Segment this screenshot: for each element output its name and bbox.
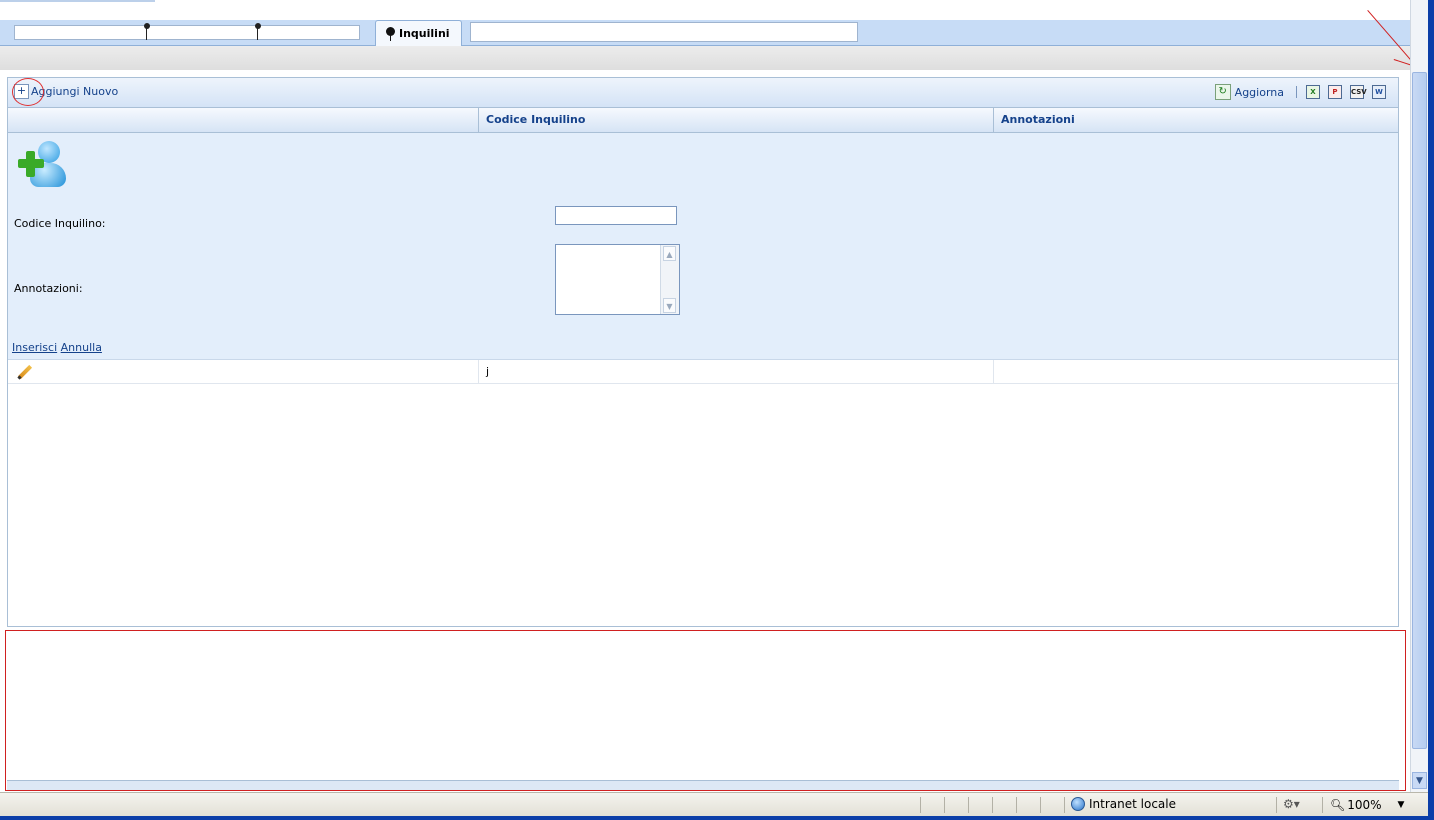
annotazioni-cell: [993, 360, 1398, 383]
annotation-circle: [12, 78, 44, 106]
insert-form: Codice Inquilino: Annotazioni: ▲ ▼ Inser…: [8, 133, 1398, 360]
codice-inquilino-label: Codice Inquilino:: [14, 217, 106, 230]
tab-inquilini[interactable]: Inquilini: [375, 20, 462, 46]
status-divider: [968, 797, 969, 813]
annotazioni-label: Annotazioni:: [14, 282, 83, 295]
vertical-scrollbar[interactable]: ▼: [1410, 0, 1429, 792]
table-row[interactable]: j: [8, 360, 1398, 384]
top-tab-indicator: [0, 0, 155, 2]
status-bar: Intranet locale ⚙▾ 🔍︎ 100% ▼: [0, 792, 1428, 817]
codice-cell: j: [478, 360, 993, 383]
refresh-label: Aggiorna: [1234, 85, 1284, 99]
status-divider: [944, 797, 945, 813]
scroll-down-icon[interactable]: ▼: [663, 298, 676, 313]
security-zone[interactable]: Intranet locale: [1071, 797, 1176, 811]
status-divider: [992, 797, 993, 813]
edit-cell: [8, 360, 478, 383]
window-frame-right: [1428, 0, 1434, 820]
insert-link[interactable]: Inserisci: [12, 341, 57, 354]
refresh-icon: ↻: [1214, 84, 1231, 100]
tab-blank-left[interactable]: [14, 25, 360, 40]
csv-export-icon[interactable]: CSV: [1350, 85, 1367, 99]
pdf-export-icon[interactable]: P: [1328, 85, 1342, 99]
excel-export-icon[interactable]: X: [1306, 85, 1320, 99]
zoom-level: 100%: [1347, 798, 1382, 812]
status-divider: [1276, 797, 1277, 813]
textarea-scrollbar[interactable]: ▲ ▼: [660, 245, 679, 314]
pin-icon: [255, 23, 261, 40]
grid-header: Codice Inquilino Annotazioni: [8, 108, 1398, 133]
scroll-up-icon[interactable]: ▲: [663, 246, 676, 261]
zoom-icon: 🔍︎: [1330, 798, 1346, 812]
scrollbar-thumb[interactable]: [1412, 72, 1427, 749]
form-actions: Inserisci Annulla: [12, 341, 102, 354]
cancel-link[interactable]: Annulla: [61, 341, 102, 354]
chevron-down-icon: ▼: [1397, 800, 1405, 810]
codice-inquilino-input[interactable]: [555, 206, 677, 225]
window-frame-bottom: [0, 816, 1434, 820]
globe-icon: [1071, 797, 1085, 811]
top-strip: [0, 0, 1410, 21]
command-bar: + Aggiungi Nuovo ↻ Aggiorna X P CSV W: [8, 78, 1398, 108]
content-header-band: [0, 46, 1410, 70]
status-divider: [1040, 797, 1041, 813]
scroll-down-button[interactable]: ▼: [1412, 772, 1427, 789]
column-header-annotazioni[interactable]: Annotazioni: [993, 108, 1398, 132]
protected-mode-icon[interactable]: ⚙▾: [1283, 797, 1300, 811]
status-divider: [920, 797, 921, 813]
zoom-control[interactable]: 🔍︎ 100% ▼: [1330, 798, 1404, 812]
status-divider: [1016, 797, 1017, 813]
status-divider: [1322, 797, 1323, 813]
refresh-button[interactable]: ↻ Aggiorna: [1214, 84, 1284, 100]
inquilini-grid: + Aggiungi Nuovo ↻ Aggiorna X P CSV W Co…: [7, 77, 1399, 627]
column-header-codice-inquilino[interactable]: Codice Inquilino: [478, 108, 993, 132]
pin-icon: [144, 23, 150, 40]
tab-inquilini-label: Inquilini: [399, 27, 450, 40]
tab-bar: Inquilini: [0, 20, 1410, 46]
status-divider: [1064, 797, 1065, 813]
security-zone-label: Intranet locale: [1089, 797, 1176, 811]
word-export-icon[interactable]: W: [1372, 85, 1386, 99]
pencil-icon[interactable]: [17, 365, 31, 379]
column-header-edit: [8, 108, 478, 132]
annotation-rectangle: [5, 630, 1406, 791]
annotazioni-textarea[interactable]: ▲ ▼: [555, 244, 680, 315]
add-new-label: Aggiungi Nuovo: [31, 85, 119, 98]
pin-icon: [386, 26, 395, 41]
toolbar-separator: [1296, 86, 1297, 98]
user-add-icon: [18, 139, 66, 191]
tab-blank-right[interactable]: [470, 22, 858, 42]
